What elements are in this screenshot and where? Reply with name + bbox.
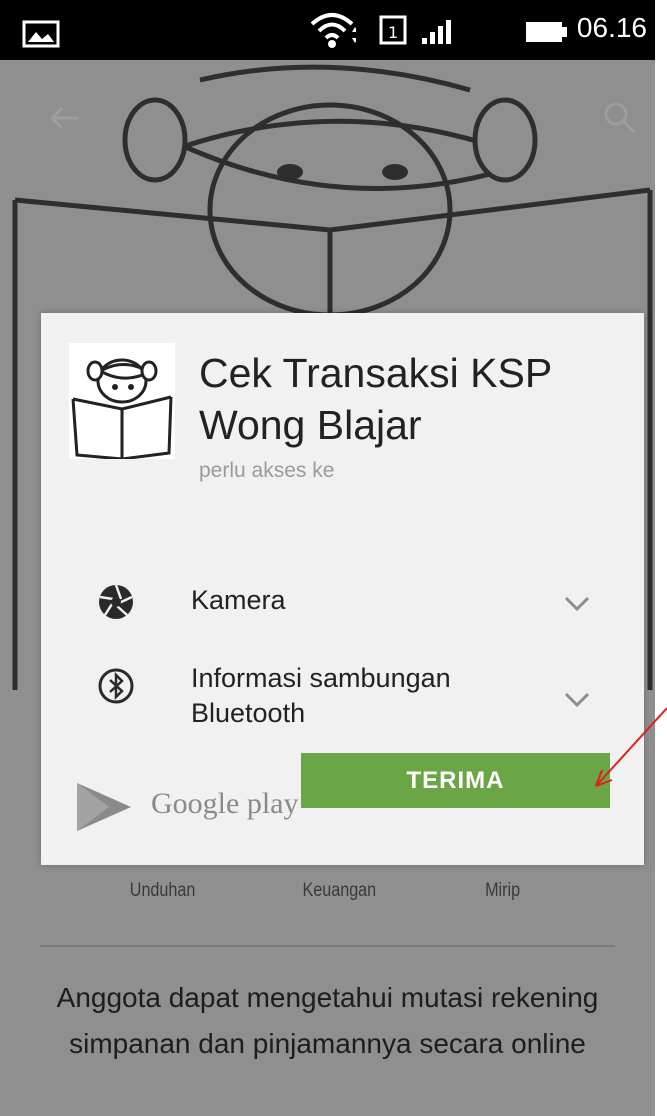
wifi-icon <box>310 13 356 48</box>
annotation-arrow-icon <box>595 707 667 787</box>
play-triangle-icon <box>77 783 131 831</box>
gallery-notification-icon <box>22 20 60 48</box>
app-icon <box>69 343 175 461</box>
permission-bluetooth-label: Informasi sambungan Bluetooth <box>191 661 451 731</box>
back-arrow-icon[interactable] <box>44 98 84 138</box>
permission-subtitle: perlu akses ke <box>199 459 335 482</box>
details-tabs: Unduhan Keuangan Mirip <box>0 880 655 920</box>
chevron-down-icon[interactable] <box>561 587 593 619</box>
google-play-text: Google play <box>151 787 299 820</box>
accept-button[interactable]: TERIMA <box>301 753 610 808</box>
tab-similar[interactable]: Mirip <box>485 880 520 902</box>
battery-icon <box>526 22 567 42</box>
tab-finance[interactable]: Keuangan <box>302 880 376 902</box>
camera-aperture-icon <box>99 584 133 619</box>
google-play-logo: Google play <box>73 777 298 837</box>
app-title: Cek Transaksi KSP Wong Blajar <box>199 347 629 451</box>
sim-card-icon: 1 <box>379 15 407 45</box>
svg-text:1: 1 <box>388 23 398 42</box>
permission-bluetooth-line1: Informasi sambungan <box>191 663 451 693</box>
permission-dialog: Cek Transaksi KSP Wong Blajar perlu akse… <box>41 313 644 865</box>
bluetooth-icon <box>98 668 134 704</box>
section-divider <box>40 945 615 947</box>
search-icon[interactable] <box>600 98 640 138</box>
phone-screen: 1 06.16 Unduhan Keuangan Mirip Anggota d… <box>0 0 655 1116</box>
app-title-line2: Wong Blajar <box>199 402 422 448</box>
status-bar: 1 06.16 <box>0 0 655 60</box>
app-description: Anggota dapat mengetahui mutasi rekening… <box>56 982 599 1059</box>
page-margin <box>655 0 667 1116</box>
signal-strength-icon <box>422 20 451 44</box>
permission-bluetooth-line2: Bluetooth <box>191 698 306 728</box>
app-title-line1: Cek Transaksi KSP <box>199 350 553 396</box>
status-time: 06.16 <box>576 12 647 43</box>
permission-camera-label: Kamera <box>191 585 286 615</box>
chevron-down-icon[interactable] <box>561 683 593 715</box>
tab-downloads[interactable]: Unduhan <box>130 880 196 902</box>
